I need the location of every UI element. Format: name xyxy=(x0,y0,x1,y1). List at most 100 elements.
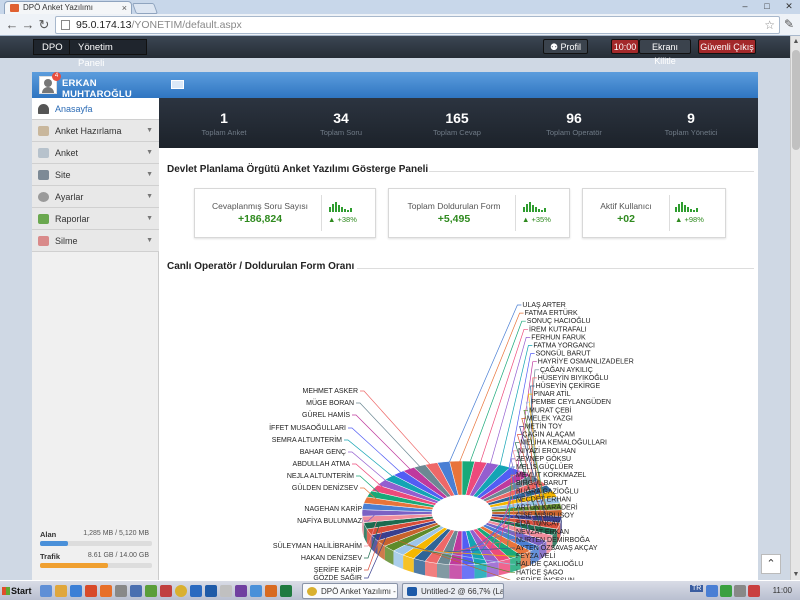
firefox-icon[interactable] xyxy=(100,585,112,597)
quicklaunch-icon[interactable] xyxy=(190,585,202,597)
quicklaunch-icon[interactable] xyxy=(145,585,157,597)
quicklaunch-icon[interactable] xyxy=(235,585,247,597)
taskbar-photoshop-window[interactable]: Untitled-2 @ 66,7% (Lay... xyxy=(402,583,504,599)
page-scrollbar[interactable]: ▲ ▼ xyxy=(790,36,800,580)
tray-icon[interactable] xyxy=(720,585,732,597)
lock-screen-button[interactable]: Ekranı Kilitle xyxy=(639,39,691,66)
quicklaunch-icon[interactable] xyxy=(220,585,232,597)
operator-label: ARTUN KARADERİ xyxy=(516,503,578,512)
trafik-progress-fill xyxy=(40,563,109,568)
system-tray: TR 11:00 xyxy=(690,583,798,599)
donut-slice-side xyxy=(486,561,499,578)
quicklaunch-icon[interactable] xyxy=(85,585,97,597)
sidebar-item-anasayfa[interactable]: Anasayfa xyxy=(32,98,159,120)
photoshop-icon[interactable] xyxy=(205,585,217,597)
scroll-up-icon[interactable]: ▲ xyxy=(791,38,800,45)
quicklaunch-icon[interactable] xyxy=(40,585,52,597)
forward-icon[interactable]: → xyxy=(20,17,36,33)
operator-label: SONUÇ HACIOĞLU xyxy=(527,316,591,325)
label-leader-line xyxy=(356,402,427,474)
minimize-icon[interactable]: – xyxy=(734,0,756,12)
scroll-thumb[interactable] xyxy=(792,50,800,150)
operator-label: HAYRİYE OSMANLIZADELER xyxy=(538,357,634,366)
dashboard-title: Devlet Planlama Örgütü Anket Yazılımı Gö… xyxy=(167,164,429,175)
quicklaunch-icon[interactable] xyxy=(265,585,277,597)
scroll-to-top-button[interactable]: ⌃ xyxy=(761,554,781,574)
os-taskbar: Start DPÖ Anket Yazılımı - ... Untitled-… xyxy=(0,580,800,600)
usage-stats: Alan 1,285 MB / 5,120 MB Trafik 8.61 GB … xyxy=(32,524,159,580)
label-leader-line xyxy=(348,427,409,480)
kpi-card-active-users: Aktif Kullanıcı +02 ▲ +98% xyxy=(582,188,726,238)
breadcrumb-root[interactable]: DPO xyxy=(33,39,72,55)
sidebar-item-site[interactable]: Site ▼ xyxy=(32,164,159,186)
home-icon xyxy=(38,104,49,114)
operator-label: FATMA ERTÜRK xyxy=(525,309,578,317)
sidebar-item-anket-hazirlama[interactable]: Anket Hazırlama ▼ xyxy=(32,120,159,142)
quicklaunch-icon[interactable] xyxy=(280,585,292,597)
tray-icon[interactable] xyxy=(706,585,718,597)
operator-label: MELEK YAZGI xyxy=(527,415,573,422)
kpi-card-answered-questions: Cevaplanmış Soru Sayısı +186,824 ▲ +38% xyxy=(194,188,376,238)
trafik-value: 8.61 GB / 14.00 GB xyxy=(87,552,149,559)
operator-label: ABDULLAH ATMA xyxy=(293,461,351,468)
notification-badge[interactable]: 4 xyxy=(52,72,61,81)
maximize-icon[interactable]: □ xyxy=(756,0,778,12)
chrome-icon xyxy=(307,587,317,596)
sidebar-item-raporlar[interactable]: Raporlar ▼ xyxy=(32,208,159,230)
logout-button[interactable]: Güvenli Çıkış xyxy=(698,39,756,54)
sidebar-item-silme[interactable]: Silme ▼ xyxy=(32,230,159,252)
bookmark-star-icon[interactable]: ☆ xyxy=(764,17,775,33)
operator-label: NEJLA ALTUNTERİM xyxy=(287,471,354,480)
operator-label: BİRGÜL BARUT xyxy=(516,478,568,487)
profile-button[interactable]: ⚉ Profil xyxy=(543,39,588,54)
sidebar-item-ayarlar[interactable]: Ayarlar ▼ xyxy=(32,186,159,208)
tab-title: DPÖ Anket Yazılımı xyxy=(23,3,93,12)
operator-label: HÜSEYİN BIYIKOĞLU xyxy=(538,373,609,382)
alan-value: 1,285 MB / 5,120 MB xyxy=(83,530,149,537)
quicklaunch-icon[interactable] xyxy=(250,585,262,597)
wrench-icon[interactable]: ✎ xyxy=(784,17,794,31)
operator-label: ZEYNEP GÖKSU xyxy=(516,455,571,463)
volume-icon[interactable] xyxy=(734,585,746,597)
quicklaunch-icon[interactable] xyxy=(55,585,67,597)
sidebar-item-anket[interactable]: Anket ▼ xyxy=(32,142,159,164)
reload-icon[interactable]: ↻ xyxy=(36,17,52,33)
tab-close-icon[interactable]: × xyxy=(122,2,127,14)
donut-slice-side xyxy=(437,563,450,579)
quicklaunch-icon[interactable] xyxy=(70,585,82,597)
language-indicator[interactable]: TR xyxy=(690,585,704,592)
close-window-icon[interactable]: ✕ xyxy=(778,0,800,12)
donut-hole xyxy=(432,495,492,531)
quicklaunch-icon[interactable] xyxy=(160,585,172,597)
operator-donut-chart: ULAŞ ARTER FATMA ERTÜRK SONUÇ HACIOĞLU İREM… xyxy=(159,283,758,584)
browser-tab[interactable]: DPÖ Anket Yazılımı × xyxy=(4,1,132,15)
breadcrumb-current: Yönetim Paneli xyxy=(69,39,147,69)
back-icon[interactable]: ← xyxy=(4,17,20,33)
tray-icon[interactable] xyxy=(748,585,760,597)
chrome-icon[interactable] xyxy=(175,585,187,597)
label-leader-line xyxy=(352,414,417,476)
envelope-icon[interactable] xyxy=(171,80,184,89)
operator-label: NİYAZİ EROLHAN xyxy=(518,446,576,455)
operator-label: FATMA YORGANCI xyxy=(533,343,595,350)
operator-label: GÜREL HAMİS xyxy=(302,410,350,419)
chevron-down-icon: ▼ xyxy=(146,193,153,200)
scroll-down-icon[interactable]: ▼ xyxy=(791,571,800,578)
quicklaunch-icon[interactable] xyxy=(115,585,127,597)
new-tab-button[interactable] xyxy=(131,3,159,14)
operator-label: ŞERİFE KARİP xyxy=(314,565,363,574)
operator-label: MEHMET ASKER xyxy=(303,388,359,395)
donut-slice-side xyxy=(425,561,438,578)
app-top-nav: DPO Yönetim Paneli ⚉ Profil 10:00 Ekranı… xyxy=(0,36,790,69)
delete-icon xyxy=(38,236,49,246)
quicklaunch-icon[interactable] xyxy=(130,585,142,597)
start-button[interactable]: Start xyxy=(1,583,35,599)
taskbar-chrome-window[interactable]: DPÖ Anket Yazılımı - ... xyxy=(302,583,398,599)
operator-label: NECDET ERHAN xyxy=(516,496,571,503)
user-header: 4 ERKAN MUHTAROĞLU xyxy=(32,72,159,100)
alan-label: Alan xyxy=(40,530,57,539)
operator-label: NURTEN DEMİRBOĞA xyxy=(516,535,590,544)
alan-progress-fill xyxy=(40,541,68,546)
operator-label: METİN TOY xyxy=(525,422,563,431)
address-bar[interactable]: 95.0.174.13/YONETIM/default.aspx ☆ xyxy=(55,16,780,34)
